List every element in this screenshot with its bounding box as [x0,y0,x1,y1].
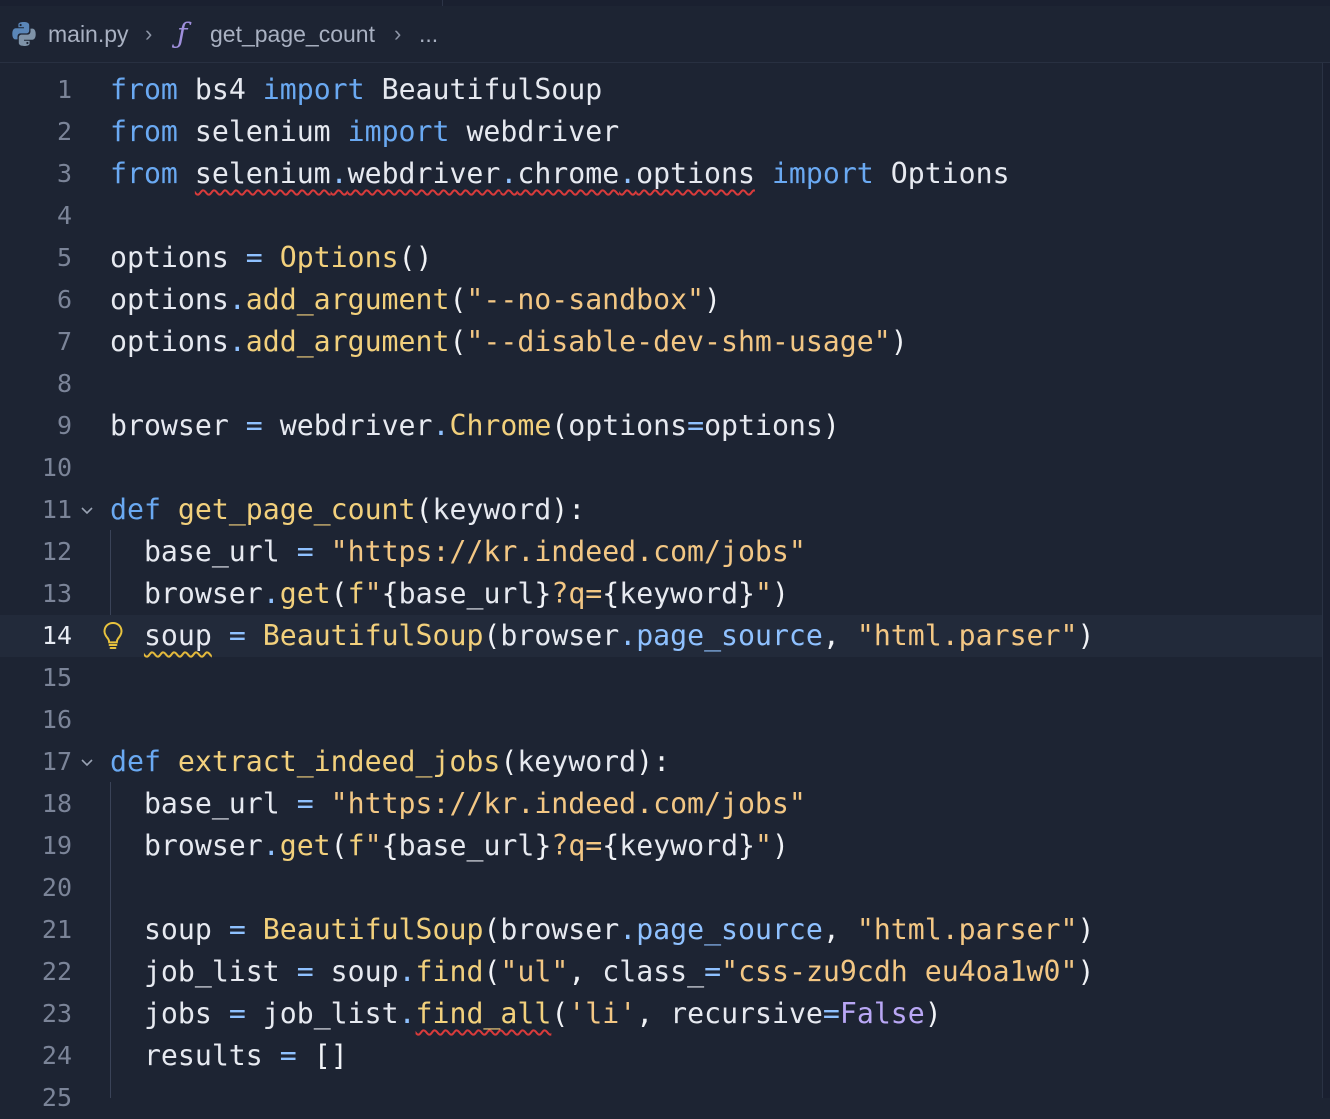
code-line[interactable]: 13 browser.get(f"{base_url}?q={keyword}"… [0,573,1322,615]
code-line[interactable]: 16 [0,699,1322,741]
line-number[interactable]: 13 [0,573,72,615]
code-line[interactable]: 22 job_list = soup.find("ul", class_="cs… [0,951,1322,993]
breadcrumb-symbol[interactable]: get_page_count [210,6,375,62]
line-number[interactable]: 2 [0,111,72,153]
code-line[interactable]: 18 base_url = "https://kr.indeed.com/job… [0,783,1322,825]
line-number[interactable]: 18 [0,783,72,825]
code-line[interactable]: 11 def get_page_count(keyword): [0,489,1322,531]
line-number[interactable]: 11 [0,489,72,531]
code-text[interactable]: from selenium.webdriver.chrome.options i… [110,153,1010,195]
line-number[interactable]: 22 [0,951,72,993]
code-line[interactable]: 19 browser.get(f"{base_url}?q={keyword}"… [0,825,1322,867]
line-number[interactable]: 19 [0,825,72,867]
code-line[interactable]: 24 results = [] [0,1035,1322,1077]
python-file-icon [10,20,40,48]
code-text[interactable]: jobs = job_list.find_all('li', recursive… [110,993,942,1035]
line-number[interactable]: 8 [0,363,72,405]
chevron-right-icon: › [145,21,153,46]
code-text[interactable]: results = [] [110,1035,348,1077]
fold-chevron-icon[interactable] [79,749,95,775]
line-number[interactable]: 23 [0,993,72,1035]
line-number[interactable]: 14 [0,615,72,657]
code-text[interactable]: soup = BeautifulSoup(browser.page_source… [110,909,1095,951]
line-number[interactable]: 4 [0,195,72,237]
code-line[interactable]: 23 jobs = job_list.find_all('li', recurs… [0,993,1322,1035]
line-number[interactable]: 3 [0,153,72,195]
code-line[interactable]: 6 options.add_argument("--no-sandbox") [0,279,1322,321]
breadcrumb-more[interactable]: ... [419,6,438,62]
code-line[interactable]: 3 from selenium.webdriver.chrome.options … [0,153,1322,195]
code-text[interactable]: options.add_argument("--disable-dev-shm-… [110,321,908,363]
code-text[interactable]: soup = BeautifulSoup(browser.page_source… [110,615,1095,657]
fold-chevron-icon[interactable] [79,497,95,523]
code-line[interactable]: 9 browser = webdriver.Chrome(options=opti… [0,405,1322,447]
line-number[interactable]: 7 [0,321,72,363]
line-number[interactable]: 24 [0,1035,72,1077]
line-number[interactable]: 16 [0,699,72,741]
line-number[interactable]: 20 [0,867,72,909]
code-line[interactable]: 25 [0,1077,1322,1119]
line-number[interactable]: 9 [0,405,72,447]
code-line[interactable]: 7 options.add_argument("--disable-dev-shm… [0,321,1322,363]
code-editor[interactable]: 1 from bs4 import BeautifulSoup 2 from sele… [0,63,1330,1112]
code-line[interactable]: 21 soup = BeautifulSoup(browser.page_sou… [0,909,1322,951]
code-line[interactable]: 4 [0,195,1322,237]
line-number[interactable]: 6 [0,279,72,321]
code-line[interactable]: 2 from selenium import webdriver [0,111,1322,153]
code-text[interactable]: from bs4 import BeautifulSoup [110,69,602,111]
function-symbol-icon: ƒ [177,17,188,50]
code-text[interactable]: job_list = soup.find("ul", class_="css-z… [110,951,1095,993]
line-number[interactable]: 21 [0,909,72,951]
code-text[interactable]: options = Options() [110,237,433,279]
editor-scrollbar[interactable] [1322,63,1330,1098]
code-text[interactable]: from selenium import webdriver [110,111,619,153]
code-line[interactable]: 17 def extract_indeed_jobs(keyword): [0,741,1322,783]
line-number[interactable]: 25 [0,1077,72,1119]
code-text[interactable]: base_url = "https://kr.indeed.com/jobs" [110,783,806,825]
code-line[interactable]: 20 [0,867,1322,909]
code-line[interactable]: 5 options = Options() [0,237,1322,279]
code-line[interactable]: 8 [0,363,1322,405]
line-number[interactable]: 15 [0,657,72,699]
code-line[interactable]: 15 [0,657,1322,699]
code-text[interactable]: options.add_argument("--no-sandbox") [110,279,721,321]
code-text[interactable]: browser = webdriver.Chrome(options=optio… [110,405,840,447]
code-line[interactable]: 1 from bs4 import BeautifulSoup [0,69,1322,111]
code-text[interactable]: def extract_indeed_jobs(keyword): [110,741,670,783]
code-text[interactable]: browser.get(f"{base_url}?q={keyword}") [110,825,789,867]
code-text[interactable]: def get_page_count(keyword): [110,489,585,531]
line-number[interactable]: 1 [0,69,72,111]
line-number[interactable]: 12 [0,531,72,573]
code-text[interactable]: base_url = "https://kr.indeed.com/jobs" [110,531,806,573]
breadcrumb: main.py › ƒ get_page_count › ... [0,6,1330,63]
line-number[interactable]: 10 [0,447,72,489]
code-line[interactable]: 10 [0,447,1322,489]
line-number[interactable]: 17 [0,741,72,783]
code-text[interactable]: browser.get(f"{base_url}?q={keyword}") [110,573,789,615]
code-line[interactable]: 14 soup = BeautifulSoup(browser.page_sou… [0,615,1322,657]
breadcrumb-file[interactable]: main.py [48,6,129,62]
chevron-right-icon: › [394,21,402,46]
line-number[interactable]: 5 [0,237,72,279]
code-line[interactable]: 12 base_url = "https://kr.indeed.com/job… [0,531,1322,573]
